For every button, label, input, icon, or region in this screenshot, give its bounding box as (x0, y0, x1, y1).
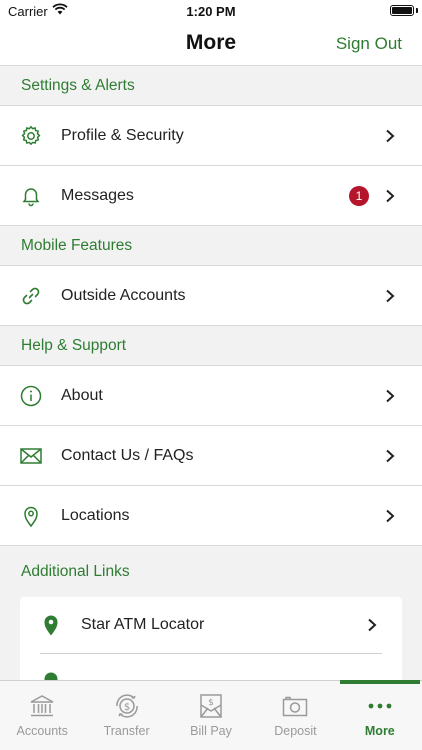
menu-item-profile-security[interactable]: Profile & Security (0, 106, 422, 166)
section-header-settings: Settings & Alerts (0, 66, 422, 106)
bank-icon (27, 693, 57, 719)
info-icon (20, 385, 42, 407)
menu-item-label: Locations (61, 506, 130, 524)
sign-out-button[interactable]: Sign Out (336, 34, 402, 54)
battery-tip (416, 8, 418, 13)
link-item-star-atm-locator[interactable]: Star ATM Locator (20, 597, 402, 653)
menu-item-label: About (61, 386, 103, 404)
link-item-partial[interactable] (20, 654, 402, 680)
bell-icon (20, 185, 42, 207)
battery-icon (390, 5, 414, 16)
unread-count-badge: 1 (349, 185, 369, 206)
gear-icon (20, 125, 42, 147)
more-icon (365, 693, 395, 719)
tab-label: Transfer (103, 724, 150, 738)
section-header-links: Additional Links (21, 562, 130, 580)
tab-label: More (364, 724, 395, 738)
tab-label: Accounts (16, 724, 68, 738)
link-item-label: Star ATM Locator (81, 616, 205, 633)
menu-item-locations[interactable]: Locations (0, 486, 422, 546)
menu-item-contact-us[interactable]: Contact Us / FAQs (0, 426, 422, 486)
tab-accounts[interactable]: Accounts (0, 681, 84, 750)
chevron-right-icon (384, 509, 396, 523)
more-menu[interactable]: Settings & Alerts Profile & Security Mes… (0, 66, 422, 680)
menu-item-label: Profile & Security (61, 126, 184, 144)
additional-links-card: Star ATM Locator (20, 597, 402, 680)
location-pin-icon (20, 505, 42, 527)
chevron-right-icon (384, 289, 396, 303)
bill-pay-icon: $ (196, 693, 226, 719)
chevron-right-icon (384, 389, 396, 403)
chevron-right-icon (384, 449, 396, 463)
svg-text:$: $ (123, 702, 129, 713)
tab-deposit[interactable]: Deposit (253, 681, 337, 750)
tab-label: Deposit (274, 724, 317, 738)
menu-item-outside-accounts[interactable]: Outside Accounts (0, 266, 422, 326)
tab-bill-pay[interactable]: $ Bill Pay (169, 681, 253, 750)
menu-item-about[interactable]: About (0, 366, 422, 426)
envelope-icon (20, 445, 42, 467)
deposit-icon (280, 693, 310, 719)
section-header-help: Help & Support (0, 326, 422, 366)
menu-item-label: Outside Accounts (61, 286, 186, 304)
menu-item-label: Messages (61, 186, 134, 204)
chevron-right-icon (384, 129, 396, 143)
map-pin-filled-icon (41, 671, 61, 680)
tab-label: Bill Pay (190, 724, 232, 738)
chevron-right-icon (366, 618, 378, 632)
menu-item-messages[interactable]: Messages 1 (0, 166, 422, 226)
status-bar: Carrier 1:20 PM (0, 0, 422, 22)
tab-bar: Accounts $ Transfer $ Bill Pay Deposit M… (0, 680, 422, 750)
section-header-mobile: Mobile Features (0, 226, 422, 266)
nav-bar: More Sign Out (0, 22, 422, 66)
status-time: 1:20 PM (186, 4, 236, 19)
transfer-icon: $ (112, 693, 142, 719)
link-icon (20, 285, 42, 307)
map-pin-filled-icon (41, 614, 61, 636)
chevron-right-icon (384, 189, 396, 203)
tab-transfer[interactable]: $ Transfer (84, 681, 168, 750)
tab-more[interactable]: More (338, 680, 422, 750)
menu-item-label: Contact Us / FAQs (61, 446, 194, 464)
svg-text:$: $ (208, 698, 214, 708)
